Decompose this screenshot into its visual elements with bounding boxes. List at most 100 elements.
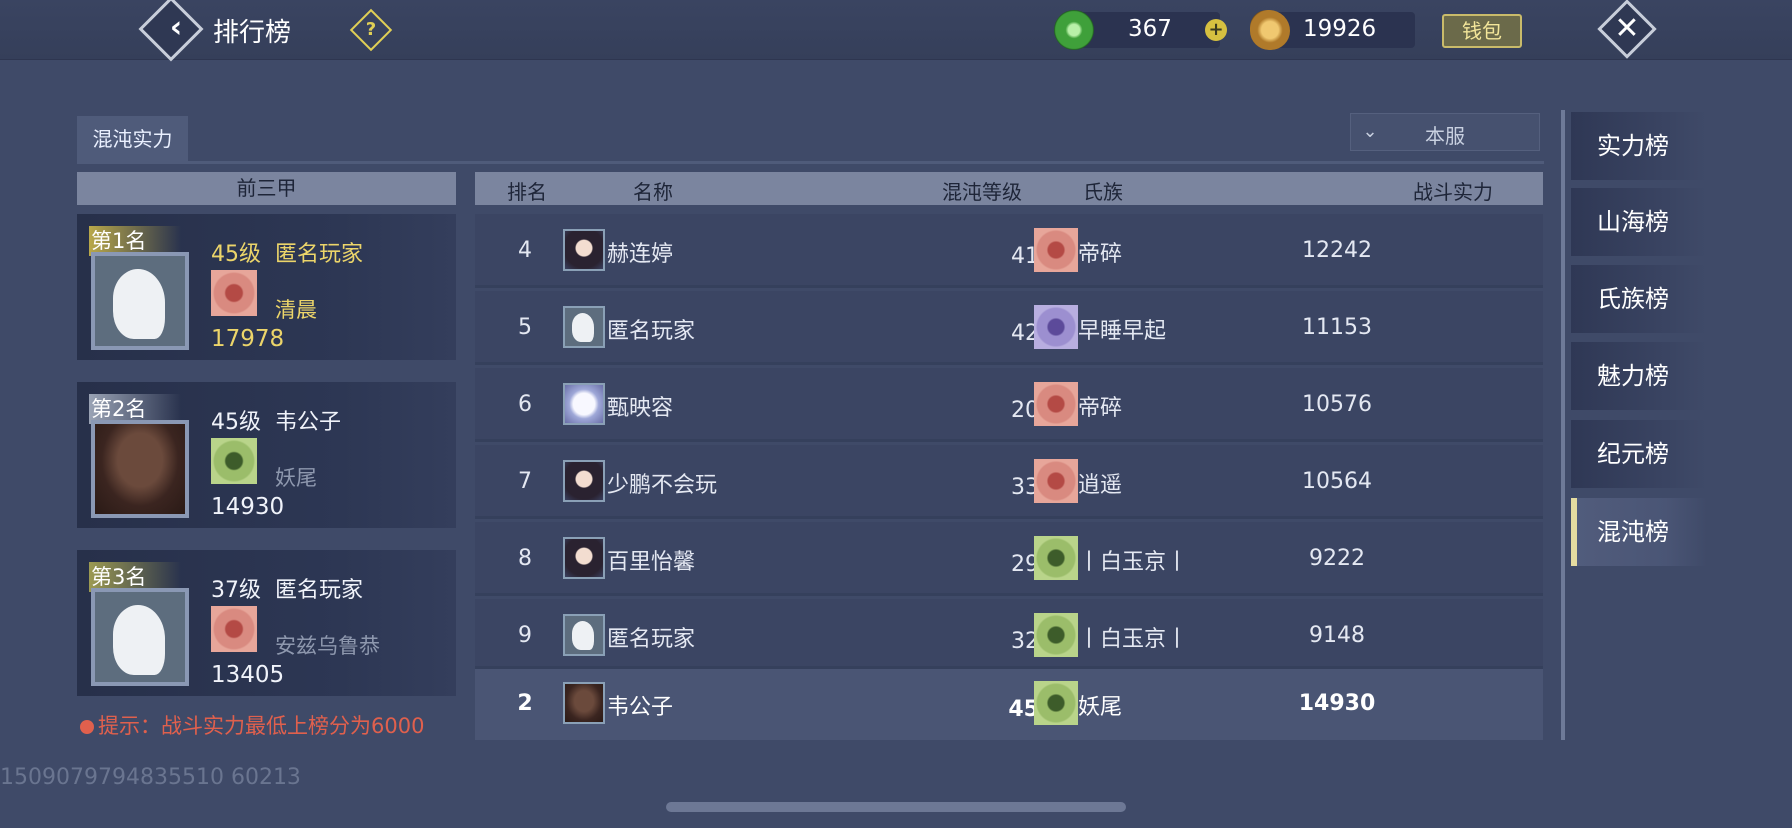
avatar [563,383,605,425]
ranking-table-header: 排名 名称 混沌等级 氏族 战斗实力 [475,172,1543,205]
wallet-button[interactable]: 钱包 [1442,14,1522,48]
clan-name: 清晨 [275,298,317,322]
player-name: 匿名玩家 [275,578,364,603]
player-name: 百里怡馨 [607,550,696,575]
player-uid: 1509079794835510 60213 [0,765,301,790]
clan-name: 丨白玉京丨 [1078,627,1189,652]
panel-divider [1561,110,1565,740]
rank: 4 [518,238,532,263]
player-name: 匿名玩家 [275,242,364,267]
rank: 5 [518,315,532,340]
avatar [563,537,605,579]
jade-icon [1054,10,1094,50]
chevron-down-icon[interactable]: ⌄ [1356,118,1384,146]
combat-power: 10576 [1302,392,1372,417]
add-currency-button[interactable]: + [1205,19,1227,41]
silhouette-icon [571,312,594,343]
clan-name: 帝碎 [1078,396,1123,421]
question-icon[interactable]: ? [356,15,386,45]
warning-icon [80,720,94,734]
silhouette-icon [113,604,166,675]
avatar [91,588,189,686]
combat-power: 14930 [211,494,285,520]
col-level: 混沌等级 [942,180,1022,204]
top3-card-2[interactable]: 第2名 45级 韦公子 妖尾 14930 [77,382,456,528]
avatar [91,252,189,350]
hint-text: 提示：战斗实力最低上榜分为6000 [98,714,425,738]
self-rank-row[interactable]: 2 韦公子 45级 妖尾 14930 [475,669,1543,740]
combat-power: 9148 [1309,623,1365,648]
top3-header: 前三甲 [77,172,456,205]
clan-name: 妖尾 [275,466,317,490]
avatar [563,306,605,348]
player-name: 少鹏不会玩 [607,473,718,498]
combat-power: 17978 [211,326,285,352]
rank: 6 [518,392,532,417]
avatar [563,460,605,502]
rank: 7 [518,469,532,494]
avatar [91,420,189,518]
coin-amount: 19926 [1303,16,1377,42]
combat-power: 9222 [1309,546,1365,571]
clan-name: 丨白玉京丨 [1078,550,1189,575]
side-menu-power[interactable]: 实力榜 [1571,112,1707,180]
col-clan: 氏族 [1083,180,1123,204]
clan-name: 早睡早起 [1078,319,1167,344]
jade-amount: 367 [1128,16,1172,42]
close-icon[interactable]: ✕ [1606,8,1648,50]
horizontal-scrollbar[interactable] [666,802,1126,812]
avatar [563,229,605,271]
side-menu-charm[interactable]: 魅力榜 [1571,342,1707,410]
rank: 8 [518,546,532,571]
col-rank: 排名 [507,180,547,204]
player-name: 韦公子 [275,410,342,435]
player-level: 45级 [211,410,261,435]
combat-power: 13405 [211,662,285,688]
back-arrow-icon[interactable]: ‹ [156,8,196,48]
clan-emblem-icon [1034,536,1078,580]
clan-emblem-icon [211,438,257,484]
player-level: 37级 [211,578,261,603]
clan-name: 安兹乌鲁恭 [275,634,380,658]
avatar [563,682,605,724]
combat-power: 14930 [1298,691,1376,716]
side-menu-shanhai[interactable]: 山海榜 [1571,188,1707,256]
player-name: 赫连婷 [607,242,674,267]
rank: 9 [518,623,532,648]
player-name: 甄映容 [607,396,674,421]
col-name: 名称 [633,180,673,204]
tab-chaos-power[interactable]: 混沌实力 [77,116,188,164]
table-row[interactable]: 6 甄映容 20级 帝碎 10576 [475,368,1543,442]
side-menu-era[interactable]: 纪元榜 [1571,420,1707,488]
silhouette-icon [571,620,594,651]
player-name: 匿名玩家 [607,627,696,652]
col-power: 战斗实力 [1413,180,1493,204]
combat-power: 11153 [1302,315,1372,340]
server-filter-value[interactable]: 本服 [1400,120,1490,149]
table-row[interactable]: 9 匿名玩家 32级 丨白玉京丨 9148 [475,599,1543,669]
clan-emblem-icon [1034,681,1078,725]
side-menu-clan[interactable]: 氏族榜 [1571,265,1707,333]
table-row[interactable]: 7 少鹏不会玩 33级 逍遥 10564 [475,445,1543,519]
top3-card-3[interactable]: 第3名 37级 匿名玩家 安兹乌鲁恭 13405 [77,550,456,696]
silhouette-icon [113,268,166,339]
clan-emblem-icon [1034,382,1078,426]
player-name: 匿名玩家 [607,319,696,344]
clan-name: 妖尾 [1078,695,1123,720]
table-row[interactable]: 5 匿名玩家 42级 早睡早起 11153 [475,291,1543,365]
table-row[interactable]: 4 赫连婷 41级 帝碎 12242 [475,214,1543,288]
coin-icon [1250,10,1290,50]
clan-name: 帝碎 [1078,242,1123,267]
combat-power: 12242 [1302,238,1372,263]
clan-emblem-icon [1034,228,1078,272]
table-row[interactable]: 8 百里怡馨 29级 丨白玉京丨 9222 [475,522,1543,596]
clan-emblem-icon [1034,305,1078,349]
clan-emblem-icon [1034,613,1078,657]
player-level: 45级 [211,242,261,267]
avatar [563,614,605,656]
page-title: 排行榜 [213,18,292,48]
side-menu-chaos[interactable]: 混沌榜 [1571,498,1707,566]
clan-emblem-icon [211,606,257,652]
top3-card-1[interactable]: 第1名 45级 匿名玩家 清晨 17978 [77,214,456,360]
rank: 2 [517,691,533,716]
